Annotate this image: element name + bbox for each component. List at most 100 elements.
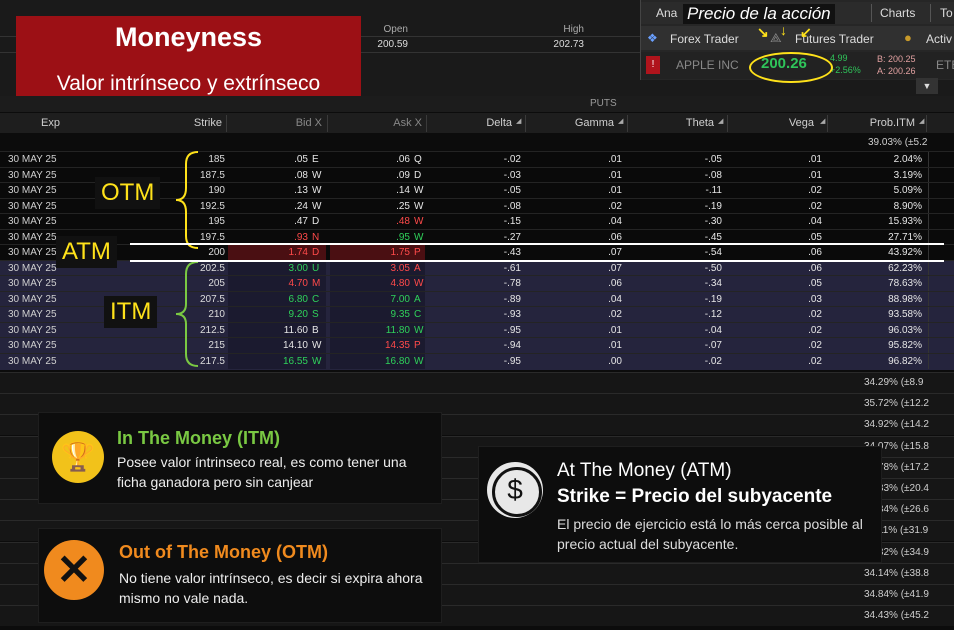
table-row[interactable]: 30 MAY 25 205 4.70 M 4.80 W -.78.06 -.34.05 78.6… [0, 275, 954, 292]
otm-bracket [175, 151, 199, 249]
cell-ask[interactable]: .48 [330, 216, 410, 227]
alert-icon[interactable]: ! [646, 56, 660, 74]
cell-ask[interactable]: 3.05 [330, 263, 410, 274]
forex-trader-link[interactable]: Forex Trader [670, 32, 739, 46]
symbol-name[interactable]: APPLE INC [676, 58, 739, 72]
cell-vega: .04 [808, 216, 822, 227]
cell-gamma: .02 [608, 309, 622, 320]
cell-ask[interactable]: 16.80 [330, 356, 410, 367]
cell-ask[interactable]: .09 [330, 170, 410, 181]
cell-ask-exchange: A [414, 262, 421, 274]
cell-vega: .06 [808, 262, 822, 274]
cell-bid[interactable]: 3.00 [228, 263, 308, 274]
cell-bid[interactable]: 1.74 [228, 247, 308, 258]
cell-bid[interactable]: .13 [228, 185, 308, 196]
cell-gamma: .01 [608, 340, 622, 351]
cell-bid-exchange: N [312, 231, 320, 243]
cell-bid[interactable]: 14.10 [228, 340, 308, 351]
col-exp[interactable]: Exp [20, 117, 60, 129]
cell-bid-exchange: B [312, 324, 319, 336]
row-tail [928, 353, 949, 369]
cell-delta: -.61 [503, 262, 521, 274]
itm-card-title: In The Money (ITM) [117, 428, 280, 448]
table-row[interactable]: 30 MAY 25 195.47 D .48 W -.15.04 -.30.04 15.93% [0, 213, 954, 230]
table-row[interactable]: 30 MAY 25 185.05 E .06 Q -.02.01 -.05.01 2.04% [0, 151, 954, 168]
table-row[interactable]: 30 MAY 25 215 14.10 W 14.35 P -.94.01 -.07.02 95… [0, 337, 954, 354]
row-tail [928, 276, 949, 291]
row-tail [928, 307, 949, 322]
exchange-label: ETE [936, 58, 954, 72]
cell-delta: -.93 [503, 309, 521, 320]
cell-exp: 30 MAY 25 [8, 247, 57, 258]
cell-ask[interactable]: .25 [330, 201, 410, 212]
cell-theta: -.02 [704, 355, 722, 367]
chevron-down-icon[interactable]: ▼ [916, 78, 938, 94]
cell-vega: .01 [808, 154, 822, 165]
forex-icon: ❖ [647, 31, 658, 45]
cell-ask[interactable]: .06 [330, 154, 410, 165]
cell-ask[interactable]: 7.00 [330, 294, 410, 305]
cell-bid[interactable]: 9.20 [228, 309, 308, 320]
active-trader-link[interactable]: Activ [926, 32, 952, 46]
cell-delta: -.08 [503, 200, 521, 212]
prob-itm-value: 34.84% (±41.9 [864, 589, 929, 600]
expiration-row[interactable]: 34.29% (±8.9 [0, 372, 954, 393]
cell-prob-itm: 78.63% [888, 278, 922, 289]
cell-prob-itm: 2.04% [893, 154, 922, 165]
cell-gamma: .00 [608, 355, 622, 367]
cell-bid[interactable]: .24 [228, 201, 308, 212]
col-strike[interactable]: Strike [160, 117, 222, 129]
cell-theta: -.12 [704, 309, 722, 320]
col-divider [327, 115, 328, 132]
cell-bid[interactable]: .05 [228, 154, 308, 165]
cell-bid[interactable]: .93 [228, 232, 308, 243]
tab-tools[interactable]: To [940, 6, 953, 20]
sort-icon: ◢ [516, 118, 522, 125]
tab-charts[interactable]: Charts [880, 6, 915, 20]
table-row[interactable]: 30 MAY 25 202.5 3.00 U 3.05 A -.61.07 -.50.06 62… [0, 259, 954, 277]
cell-ask[interactable]: 9.35 [330, 309, 410, 320]
cell-vega: .03 [808, 293, 822, 305]
trophy-icon: 🏆 [52, 431, 104, 483]
cell-bid[interactable]: 16.55 [228, 356, 308, 367]
cell-delta: -.89 [503, 293, 521, 305]
cell-bid[interactable]: 11.60 [228, 325, 308, 336]
col-gamma[interactable]: Gamma [540, 117, 614, 129]
row-tail [928, 214, 949, 229]
cell-theta: -.34 [704, 278, 722, 289]
cell-gamma: .01 [608, 154, 622, 165]
cell-ask-exchange: P [414, 340, 421, 351]
cell-bid[interactable]: 6.80 [228, 294, 308, 305]
cell-bid[interactable]: 4.70 [228, 278, 308, 289]
sort-icon: ◢ [618, 118, 624, 125]
cell-prob-itm: 27.71% [888, 231, 922, 243]
cell-bid-exchange: C [312, 293, 320, 305]
cell-ask[interactable]: 4.80 [330, 278, 410, 289]
cell-ask[interactable]: 14.35 [330, 340, 410, 351]
cell-bid[interactable]: .47 [228, 216, 308, 227]
cell-bid-exchange: M [312, 278, 321, 289]
cell-ask[interactable]: .14 [330, 185, 410, 196]
cell-ask[interactable]: .95 [330, 232, 410, 243]
cell-gamma: .07 [608, 262, 622, 274]
cell-ask[interactable]: 11.80 [330, 325, 410, 336]
itm-bracket [175, 261, 199, 367]
cell-delta: -.15 [503, 216, 521, 227]
sort-icon: ◢ [820, 118, 826, 125]
col-vega[interactable]: Vega [740, 117, 814, 129]
col-bid[interactable]: Bid X [250, 117, 322, 129]
col-delta[interactable]: Delta [440, 117, 512, 129]
col-ask[interactable]: Ask X [350, 117, 422, 129]
cell-vega: .02 [808, 200, 822, 212]
cell-ask[interactable]: 1.75 [330, 247, 410, 258]
cell-ask-exchange: W [414, 216, 424, 227]
col-theta[interactable]: Theta [640, 117, 714, 129]
col-divider [727, 115, 728, 132]
cell-bid-exchange: W [312, 340, 322, 351]
table-row[interactable]: 30 MAY 25 200 1.74 D 1.75 P -.43.07 -.54.06 43.9… [0, 244, 954, 261]
col-prob-itm[interactable]: Prob.ITM [840, 117, 915, 129]
tab-analyze[interactable]: Ana [656, 6, 677, 20]
cell-bid[interactable]: .08 [228, 170, 308, 181]
table-row[interactable]: 30 MAY 25 217.5 16.55 W 16.80 W -.95.00 -.02.02… [0, 352, 954, 370]
net-change: 4.99 [830, 53, 848, 63]
